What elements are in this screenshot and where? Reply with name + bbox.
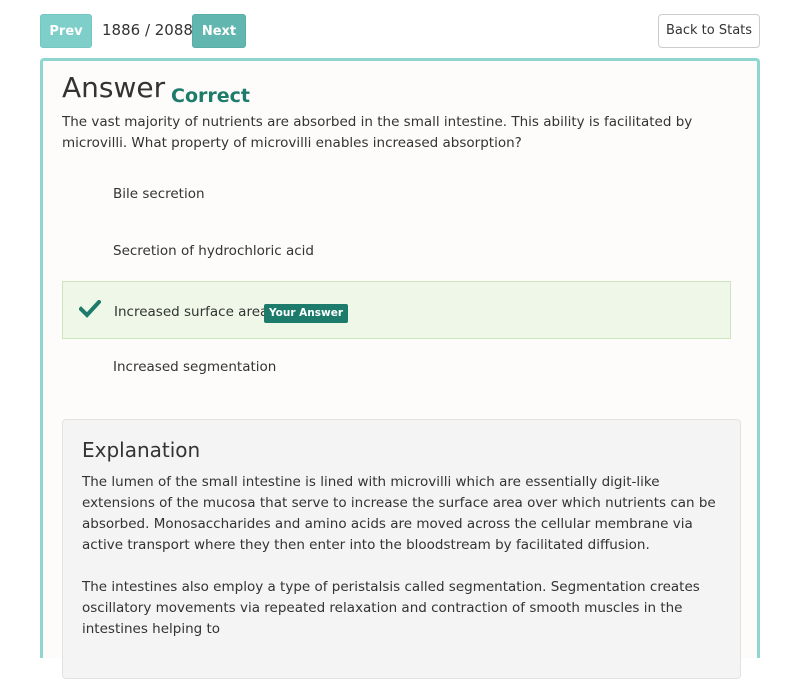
answer-card: Answer Correct The vast majority of nutr…: [40, 58, 760, 679]
explanation-title: Explanation: [82, 438, 201, 462]
option-label: Bile secretion: [113, 186, 205, 202]
explanation-body: The lumen of the small intestine is line…: [82, 472, 722, 661]
prev-button[interactable]: Prev: [40, 14, 92, 48]
answer-option-selected: Increased surface area Your Answer: [62, 281, 731, 339]
explanation-paragraph: The intestines also employ a type of per…: [82, 579, 700, 637]
explanation-panel: Explanation The lumen of the small intes…: [62, 419, 741, 679]
option-label: Increased surface area: [114, 304, 269, 320]
your-answer-badge: Your Answer: [264, 304, 349, 323]
answer-heading: Answer: [62, 71, 166, 104]
result-label: Correct: [171, 85, 250, 107]
answer-option: Bile secretion: [62, 168, 731, 226]
option-label: Increased segmentation: [113, 359, 277, 375]
option-label: Secretion of hydrochloric acid: [113, 243, 314, 259]
question-text: The vast majority of nutrients are absor…: [62, 114, 693, 151]
back-to-stats-button[interactable]: Back to Stats: [658, 14, 760, 48]
answer-option: Increased segmentation: [62, 341, 731, 399]
question-counter: 1886 / 2088: [102, 21, 193, 39]
explanation-paragraph: The lumen of the small intestine is line…: [82, 474, 716, 553]
top-navigation-bar: Prev 1886 / 2088 Next Back to Stats: [0, 0, 800, 58]
next-button[interactable]: Next: [192, 14, 246, 48]
answer-option: Secretion of hydrochloric acid: [62, 225, 731, 283]
checkmark-icon: [78, 299, 102, 318]
